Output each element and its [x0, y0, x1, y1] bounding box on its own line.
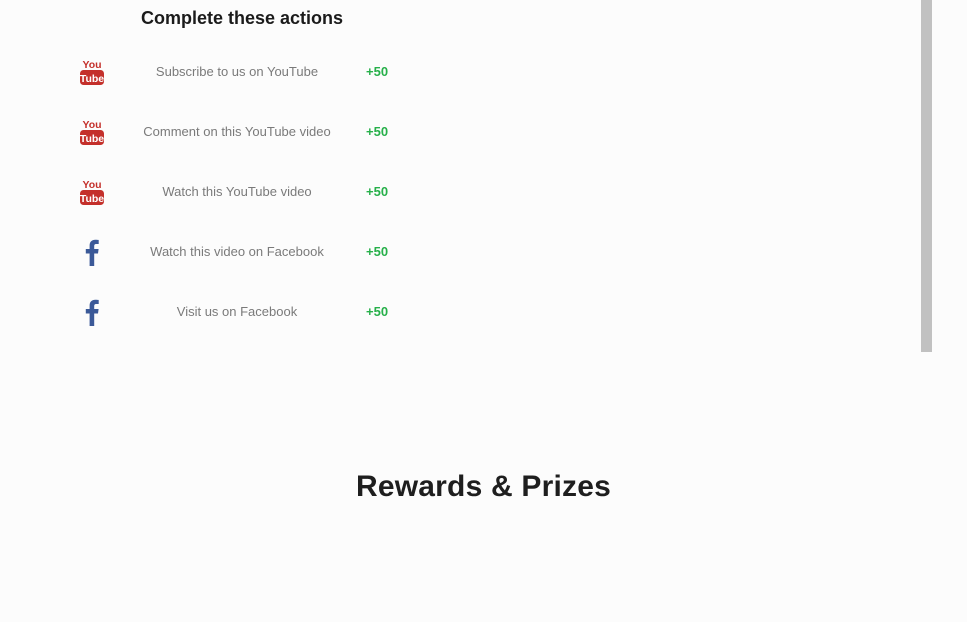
svg-text:Tube: Tube [80, 73, 104, 85]
action-item-watch-facebook[interactable]: Watch this video on Facebook +50 [70, 230, 410, 274]
youtube-icon: You Tube [70, 170, 114, 214]
action-label: Watch this video on Facebook [150, 244, 324, 259]
action-item-subscribe-youtube[interactable]: You Tube Subscribe to us on YouTube +50 [70, 50, 410, 94]
facebook-icon [70, 290, 114, 334]
scrollbar-thumb[interactable] [921, 0, 932, 352]
scrollbar[interactable] [921, 0, 932, 352]
svg-text:You: You [82, 179, 101, 191]
svg-text:Tube: Tube [80, 193, 104, 205]
actions-heading: Complete these actions [140, 8, 344, 28]
svg-text:You: You [82, 119, 101, 131]
facebook-icon [70, 230, 114, 274]
action-item-watch-youtube[interactable]: You Tube Watch this YouTube video +50 [70, 170, 410, 214]
action-points: +50 [366, 304, 389, 319]
action-label: Watch this YouTube video [162, 184, 312, 199]
action-item-visit-facebook[interactable]: Visit us on Facebook +50 [70, 290, 410, 334]
action-points: +50 [366, 184, 389, 199]
action-label: Visit us on Facebook [176, 304, 298, 319]
svg-text:You: You [82, 59, 101, 71]
rewards-heading: Rewards & Prizes [356, 470, 611, 503]
action-label: Comment on this YouTube video [143, 124, 331, 139]
action-points: +50 [366, 64, 389, 79]
action-label: Subscribe to us on YouTube [155, 64, 319, 79]
action-item-comment-youtube[interactable]: You Tube Comment on this YouTube video +… [70, 110, 410, 154]
youtube-icon: You Tube [70, 50, 114, 94]
action-points: +50 [366, 244, 389, 259]
svg-text:Tube: Tube [80, 133, 104, 145]
youtube-icon: You Tube [70, 110, 114, 154]
action-points: +50 [366, 124, 389, 139]
page: Complete these actions You Tube Subscrib… [0, 0, 967, 622]
